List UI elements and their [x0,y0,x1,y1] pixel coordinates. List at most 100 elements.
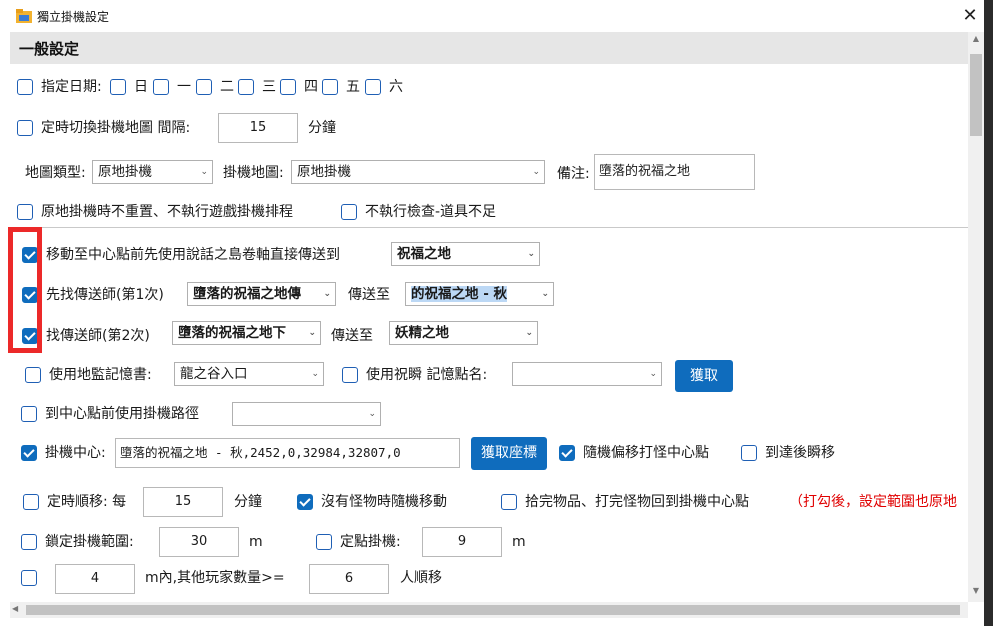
teleporter1-checkbox[interactable] [22,287,38,303]
chevron-down-icon: ⌄ [525,328,533,338]
return-center-checkbox[interactable] [501,494,517,510]
center-checkbox[interactable] [21,445,37,461]
hang-map-label: 掛機地圖: [223,165,284,181]
specify-date-checkbox[interactable] [17,79,33,95]
horizontal-scrollbar[interactable]: ◀ [10,602,968,618]
day-fri-checkbox[interactable] [322,79,338,95]
no-reset-checkbox[interactable] [17,204,33,220]
scroll-thumb[interactable] [970,54,982,136]
arrive-blink-label: 到達後瞬移 [765,445,835,461]
title-bar: 獨立掛機設定 ✕ [0,0,984,32]
hang-map-select[interactable]: 原地掛機 ⌄ [291,160,545,184]
teleporter1-dest-value: 的祝福之地 - 秋 [411,286,508,302]
scroll-down-icon[interactable]: ▼ [968,586,984,600]
memory-book-label: 使用地監記憶書: [49,367,152,383]
scroll-left-icon[interactable]: ◀ [12,604,18,613]
switch-interval-unit: 分鐘 [308,120,336,136]
timed-move-unit: 分鐘 [234,494,262,510]
day-thu-checkbox[interactable] [280,79,296,95]
note-input[interactable]: 墮落的祝福之地 [594,154,755,190]
day-mon-label: 一 [177,79,191,95]
map-type-value: 原地掛機 [98,164,152,180]
no-check-checkbox[interactable] [341,204,357,220]
switch-map-checkbox[interactable] [17,120,33,136]
switch-interval-input[interactable]: 15 [218,113,298,143]
teleporter1-to-label: 傳送至 [348,287,390,303]
arrive-blink-checkbox[interactable] [741,445,757,461]
random-move-checkbox[interactable] [297,494,313,510]
chevron-down-icon: ⌄ [649,369,657,379]
folder-icon [16,9,32,23]
map-type-select[interactable]: 原地掛機 ⌄ [92,160,213,184]
chevron-down-icon: ⌄ [200,167,208,177]
center-input[interactable]: 墮落的祝福之地 - 秋,2452,0,32984,32807,0 [115,438,460,468]
player-move-checkbox[interactable] [21,570,37,586]
return-center-label: 拾完物品、打完怪物回到掛機中心點 [525,494,749,510]
chevron-down-icon: ⌄ [308,328,316,338]
random-offset-label: 隨機偏移打怪中心點 [583,445,709,461]
player-range-input[interactable]: 4 [55,564,135,594]
day-sat-checkbox[interactable] [365,79,381,95]
teleporter2-checkbox[interactable] [22,328,38,344]
day-sun-label: 日 [134,79,148,95]
teleport-scroll-checkbox[interactable] [22,247,38,263]
teleporter1-label: 先找傳送師(第1次) [46,287,164,303]
day-thu-label: 四 [304,79,318,95]
note-label: 備注: [557,166,590,182]
fixed-point-label: 定點掛機: [340,534,401,550]
teleporter1-dest-select[interactable]: 的祝福之地 - 秋 ⌄ [405,282,554,306]
day-wed-label: 三 [262,79,276,95]
day-sun-checkbox[interactable] [110,79,126,95]
vertical-scrollbar[interactable]: ▲ ▼ [968,32,984,602]
lock-range-input[interactable]: 30 [159,527,239,557]
close-icon[interactable]: ✕ [956,2,984,30]
switch-map-label: 定時切換掛機地圖 間隔: [41,120,191,136]
scroll-up-icon[interactable]: ▲ [968,34,984,48]
get-coordinates-button[interactable]: 獲取座標 [471,437,547,470]
timed-move-checkbox[interactable] [23,494,39,510]
no-check-label: 不執行檢查-道具不足 [365,204,497,220]
day-fri-label: 五 [346,79,360,95]
random-offset-checkbox[interactable] [559,445,575,461]
center-label: 掛機中心: [45,445,106,461]
day-mon-checkbox[interactable] [153,79,169,95]
teleporter2-to-label: 傳送至 [331,328,373,344]
day-tue-label: 二 [220,79,234,95]
memory-book-select[interactable]: 龍之谷入口 ⌄ [174,362,324,386]
fixed-point-input[interactable]: 9 [422,527,502,557]
teleport-scroll-select[interactable]: 祝福之地 ⌄ [391,242,540,266]
timed-move-input[interactable]: 15 [143,487,223,517]
settings-panel: 一般設定 指定日期: 日 一 二 三 四 五 六 定時切換掛機地圖 間隔: 15… [10,32,968,602]
day-sat-label: 六 [389,79,403,95]
hscroll-thumb[interactable] [26,605,960,615]
teleporter2-select[interactable]: 墮落的祝福之地下 ⌄ [172,321,321,345]
teleporter1-value: 墮落的祝福之地傳 [193,286,301,302]
timed-move-label: 定時順移: 每 [47,494,127,510]
teleporter2-value: 墮落的祝福之地下 [178,325,286,341]
teleport-scroll-label: 移動至中心點前先使用說話之島卷軸直接傳送到 [46,247,340,263]
chevron-down-icon: ⌄ [323,289,331,299]
get-blink-button[interactable]: 獲取 [675,360,733,392]
player-count-input[interactable]: 6 [309,564,389,594]
chevron-down-icon: ⌄ [311,369,319,379]
player-count-suffix: 人順移 [400,570,442,586]
warning-text: （打勾後，設定範圍也原地 [789,494,957,510]
random-move-label: 沒有怪物時隨機移動 [321,494,447,510]
blink-point-select[interactable]: ⌄ [512,362,662,386]
blink-checkbox[interactable] [342,367,358,383]
day-wed-checkbox[interactable] [238,79,254,95]
day-tue-checkbox[interactable] [196,79,212,95]
dialog-window: 獨立掛機設定 ✕ 一般設定 指定日期: 日 一 二 三 四 五 六 定時切換掛機… [0,0,984,626]
teleporter1-select[interactable]: 墮落的祝福之地傳 ⌄ [187,282,336,306]
memory-book-checkbox[interactable] [25,367,41,383]
blink-label: 使用祝瞬 記憶點名: [366,367,488,383]
route-label: 到中心點前使用掛機路徑 [45,406,199,422]
lock-range-checkbox[interactable] [21,534,37,550]
teleporter2-dest-select[interactable]: 妖精之地 ⌄ [389,321,538,345]
fixed-point-checkbox[interactable] [316,534,332,550]
no-reset-label: 原地掛機時不重置、不執行遊戲掛機排程 [41,204,293,220]
route-select[interactable]: ⌄ [232,402,381,426]
route-checkbox[interactable] [21,406,37,422]
teleporter2-dest-value: 妖精之地 [395,325,449,341]
fixed-point-unit: m [512,534,526,550]
